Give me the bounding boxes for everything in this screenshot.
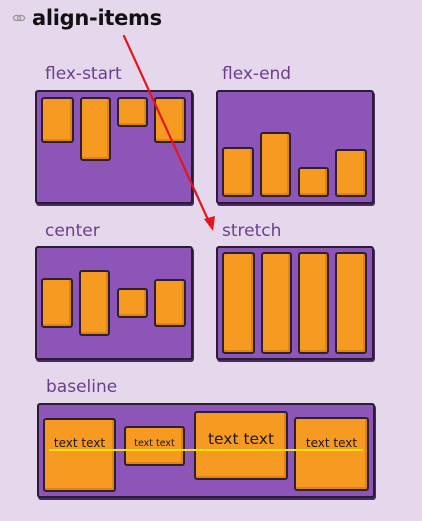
baseline-guide-line <box>49 449 363 451</box>
center-container <box>35 246 193 360</box>
stretch-container <box>216 246 374 360</box>
baseline-item: text text <box>294 417 369 491</box>
heading-title: align-items <box>32 6 162 30</box>
flex-start-label: flex-start <box>45 64 122 84</box>
link-icon[interactable] <box>12 12 26 24</box>
baseline-item-text: text text <box>134 438 175 449</box>
baseline-item-text: text text <box>207 430 275 448</box>
baseline-container: text text text text text text text text <box>37 403 375 498</box>
section-heading: align-items <box>12 6 162 30</box>
center-item <box>79 270 110 336</box>
center-item <box>41 278 73 328</box>
flex-start-item <box>154 97 186 143</box>
baseline-item: text text <box>124 426 185 466</box>
baseline-item: text text <box>43 418 116 492</box>
flex-end-item <box>335 149 367 197</box>
flex-start-item <box>117 97 148 127</box>
flex-start-item <box>80 97 111 161</box>
center-item <box>117 288 148 318</box>
flex-end-item <box>222 147 254 197</box>
flex-end-item <box>298 167 329 197</box>
stretch-label: stretch <box>222 221 282 241</box>
stretch-item <box>222 252 255 354</box>
baseline-item: text text <box>194 411 288 480</box>
baseline-label: baseline <box>46 377 118 397</box>
flex-end-item <box>260 132 291 197</box>
flex-end-label: flex-end <box>222 64 292 84</box>
center-label: center <box>45 221 100 241</box>
flex-start-container <box>35 90 193 204</box>
stretch-item <box>335 252 367 354</box>
flex-start-item <box>41 97 74 143</box>
baseline-item-text: text text <box>305 436 358 450</box>
stretch-item <box>261 252 292 354</box>
baseline-item-text: text text <box>53 436 106 450</box>
stretch-item <box>298 252 329 354</box>
flex-end-container <box>216 90 374 204</box>
center-item <box>154 279 186 327</box>
